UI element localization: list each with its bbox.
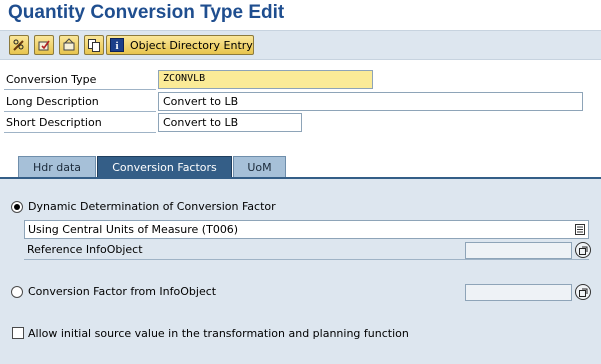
short-description-label: Short Description xyxy=(4,113,156,133)
details-icon xyxy=(578,288,587,297)
long-description-label: Long Description xyxy=(4,92,156,112)
short-description-field[interactable]: Convert to LB xyxy=(158,113,302,132)
copy-button[interactable] xyxy=(84,35,104,55)
window-title: Quantity Conversion Type Edit xyxy=(8,2,285,23)
short-description-row: Short Description Convert to LB xyxy=(4,113,594,134)
allow-initial-label: Allow initial source value in the transf… xyxy=(28,327,409,340)
dynamic-determination-radio[interactable] xyxy=(11,201,23,213)
infoobject-factor-radio[interactable] xyxy=(11,286,23,298)
pencil-glasses-icon xyxy=(13,39,24,51)
reference-infoobject-field[interactable] xyxy=(465,242,572,259)
determination-method-dropdown[interactable]: Using Central Units of Measure (T006) xyxy=(24,220,589,239)
application-toolbar: i Object Directory Entry xyxy=(0,30,601,60)
allow-initial-checkbox[interactable] xyxy=(12,327,24,339)
reference-infoobject-label: Reference InfoObject xyxy=(27,243,143,256)
header-fields: Conversion Type ZCONVLB Long Description… xyxy=(0,61,601,144)
info-icon: i xyxy=(110,38,124,52)
tab-uom[interactable]: UoM xyxy=(233,156,286,178)
title-bar: Quantity Conversion Type Edit xyxy=(0,0,601,30)
reference-infoobject-details-button[interactable] xyxy=(575,242,591,258)
details-icon xyxy=(578,246,587,255)
determination-method-value: Using Central Units of Measure (T006) xyxy=(28,223,239,236)
object-directory-entry-button[interactable]: i Object Directory Entry xyxy=(106,35,254,55)
conversion-type-row: Conversion Type ZCONVLB xyxy=(4,70,594,91)
infoobject-factor-field[interactable] xyxy=(465,284,572,301)
dynamic-determination-label: Dynamic Determination of Conversion Fact… xyxy=(28,200,276,213)
tab-conversion-factors[interactable]: Conversion Factors xyxy=(97,156,232,178)
tab-strip: Hdr data Conversion Factors UoM xyxy=(0,156,601,178)
infoobject-factor-details-button[interactable] xyxy=(575,284,591,300)
display-icon xyxy=(63,38,75,51)
long-description-field[interactable]: Convert to LB xyxy=(158,92,583,111)
list-icon xyxy=(575,224,585,235)
tab-hdr-data[interactable]: Hdr data xyxy=(18,156,96,178)
activate-button[interactable] xyxy=(34,35,54,55)
object-directory-entry-label: Object Directory Entry xyxy=(130,38,253,52)
activate-icon xyxy=(38,40,50,51)
infoobject-factor-label: Conversion Factor from InfoObject xyxy=(28,285,217,298)
copy-icon xyxy=(88,39,100,52)
display-change-button[interactable] xyxy=(9,35,29,55)
conversion-type-field[interactable]: ZCONVLB xyxy=(158,70,373,89)
conversion-factors-panel: Dynamic Determination of Conversion Fact… xyxy=(0,177,601,364)
display-button[interactable] xyxy=(59,35,79,55)
conversion-type-label: Conversion Type xyxy=(4,70,156,90)
long-description-row: Long Description Convert to LB xyxy=(4,92,594,113)
